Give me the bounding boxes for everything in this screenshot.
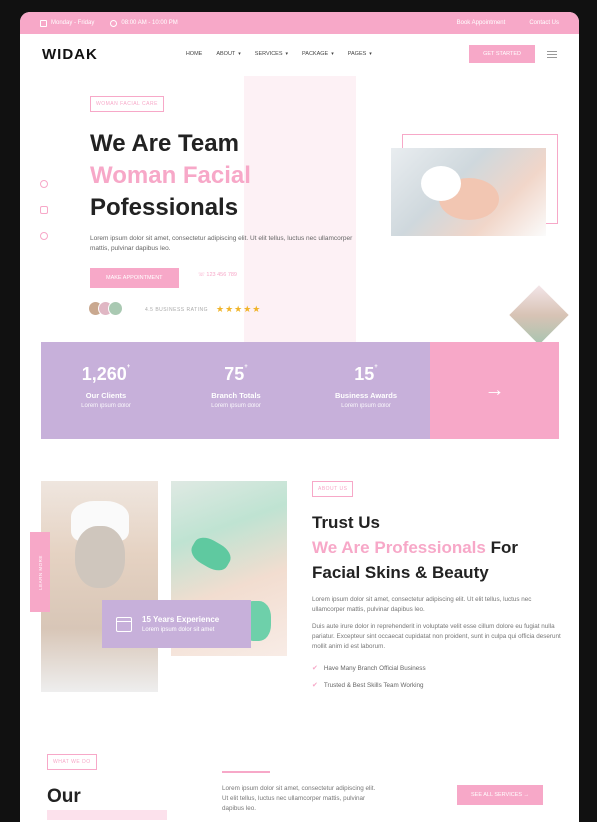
hero-title: We Are Team Woman Facial Pofessionals (90, 128, 251, 224)
stat-branches: 75+ Branch Totals Lorem ipsum dolor (171, 342, 301, 439)
nav-item-services[interactable]: SERVICES ▾ (255, 51, 288, 57)
services-title-highlight (47, 810, 167, 820)
see-all-services-button[interactable]: SEE ALL SERVICES → (457, 785, 544, 805)
client-avatars (88, 301, 123, 316)
main-nav: WIDAK HOME ABOUT ▾ SERVICES ▾ PACKAGE ▾ PAG… (20, 34, 579, 74)
about-title-rest: For (485, 538, 518, 557)
list-item-label: Trusted & Best Skills Team Working (323, 681, 424, 689)
hero-badge: WOMAN FACIAL CARE (90, 96, 164, 112)
nav-item-label: HOME (185, 51, 203, 57)
experience-title: 15 Years Experience (142, 615, 220, 624)
stat-awards: 15+ Business Awards Lorem ipsum dolor (301, 342, 431, 439)
stat-sub: Lorem ipsum dolor (211, 403, 261, 409)
stat-label: Branch Totals (211, 391, 261, 400)
list-item: ✔ Have Many Branch Official Business (312, 664, 426, 673)
about-title-highlight: We Are Professionals (312, 538, 486, 557)
check-icon: ✔ (312, 682, 318, 689)
services-title: Our (47, 786, 81, 807)
chevron-down-icon: ▾ (331, 51, 334, 57)
about-paragraph-2: Duis aute irure dolor in reprehenderit i… (312, 623, 561, 650)
page-frame: Monday - Friday 08:00 AM - 10:00 PM Book… (20, 12, 579, 822)
stat-plus: + (244, 364, 248, 370)
top-bar: Monday - Friday 08:00 AM - 10:00 PM Book… (20, 12, 579, 34)
about-paragraph-1: Lorem ipsum dolor sit amet, consectetur … (312, 596, 532, 613)
hours-info: 08:00 AM - 10:00 PM (110, 19, 178, 27)
pinterest-icon[interactable] (40, 232, 48, 240)
divider (222, 771, 270, 773)
hero-title-line1: We Are Team (90, 130, 239, 157)
hero-section: WOMAN FACIAL CARE We Are Team Woman Faci… (20, 74, 579, 345)
chevron-down-icon: ▾ (238, 51, 241, 57)
experience-sub: Lorem ipsum dolor sit amet (142, 627, 215, 633)
stat-plus: + (374, 364, 378, 370)
nav-menu: HOME ABOUT ▾ SERVICES ▾ PACKAGE ▾ PAGES ▾ (186, 51, 372, 57)
stat-plus: + (126, 364, 131, 370)
hours-text: 08:00 AM - 10:00 PM (121, 20, 178, 26)
hero-description: Lorem ipsum dolor sit amet, consectetur … (90, 235, 353, 252)
list-item: ✔ Trusted & Best Skills Team Working (312, 681, 426, 690)
calendar-icon (116, 616, 132, 632)
about-title: Trust Us We Are Professionals For Facial… (312, 510, 562, 585)
calendar-icon (40, 19, 47, 27)
days-info: Monday - Friday (40, 19, 95, 27)
stat-sub: Lorem ipsum dolor (341, 403, 391, 409)
about-title-line1: Trust Us (312, 513, 381, 532)
get-started-button[interactable]: GET STARTED (469, 45, 535, 63)
logo[interactable]: WIDAK (42, 46, 98, 63)
facial-treatment-photo (391, 148, 546, 236)
decorative-diamond-photo (509, 285, 569, 345)
stat-number: 15 (354, 364, 375, 384)
stat-label: Our Clients (85, 391, 127, 400)
contact-us-link[interactable]: Contact Us (529, 20, 559, 26)
stat-sub: Lorem ipsum dolor (81, 403, 131, 409)
stat-number: 75 (224, 364, 245, 384)
stat-number: 1,260 (81, 364, 127, 384)
business-rating-label: 4.5 BUSINESS RATING (145, 307, 209, 313)
clock-icon (110, 19, 118, 27)
services-description: Lorem ipsum dolor sit amet, consectetur … (222, 785, 376, 812)
stat-clients: 1,260+ Our Clients Lorem ipsum dolor (41, 342, 171, 439)
hero-title-line3: Pofessionals (90, 194, 239, 221)
services-badge: WHAT WE DO (47, 754, 97, 770)
chevron-down-icon: ▾ (369, 51, 372, 57)
about-title-line3: Facial Skins & Beauty (312, 563, 489, 582)
phone-number[interactable]: ☏ 123 456 789 (198, 272, 237, 278)
list-item-label: Have Many Branch Official Business (323, 664, 426, 672)
avatar (108, 301, 123, 316)
nav-item-pages[interactable]: PAGES ▾ (348, 51, 372, 57)
face-mask-photo (41, 481, 158, 692)
experience-card: 15 Years Experience Lorem ipsum dolor si… (102, 600, 251, 648)
chevron-down-icon: ▾ (285, 51, 289, 57)
nav-item-home[interactable]: HOME (186, 51, 203, 57)
make-appointment-button[interactable]: MAKE APPOINTMENT (90, 268, 179, 288)
about-badge: ABOUT US (312, 481, 354, 497)
facebook-icon[interactable] (40, 180, 48, 188)
youtube-icon[interactable] (40, 206, 48, 214)
stats-bar: 1,260+ Our Clients Lorem ipsum dolor 75+… (41, 342, 431, 439)
nav-item-label: PACKAGE (302, 51, 329, 57)
rating-stars: ★★★★★ (216, 304, 262, 314)
arrow-right-icon[interactable]: → (430, 342, 559, 439)
check-icon: ✔ (312, 665, 318, 672)
feature-list: ✔ Have Many Branch Official Business ✔ Tru… (312, 664, 426, 698)
nav-item-about[interactable]: ABOUT ▾ (216, 51, 240, 57)
book-appointment-link[interactable]: Book Appointment (457, 20, 506, 26)
days-text: Monday - Friday (51, 20, 95, 26)
nav-item-package[interactable]: PACKAGE ▾ (302, 51, 334, 57)
nav-item-label: PAGES (347, 51, 367, 57)
stat-label: Business Awards (334, 391, 398, 400)
menu-icon[interactable] (547, 50, 557, 58)
nav-item-label: SERVICES (254, 51, 283, 57)
learn-more-tab[interactable]: LEARN MORE (30, 532, 50, 612)
hero-title-line2: Woman Facial (90, 162, 251, 189)
learn-more-label: LEARN MORE (37, 554, 43, 590)
about-content: Trust Us We Are Professionals For Facial… (312, 510, 562, 652)
nav-item-label: ABOUT (216, 51, 236, 57)
